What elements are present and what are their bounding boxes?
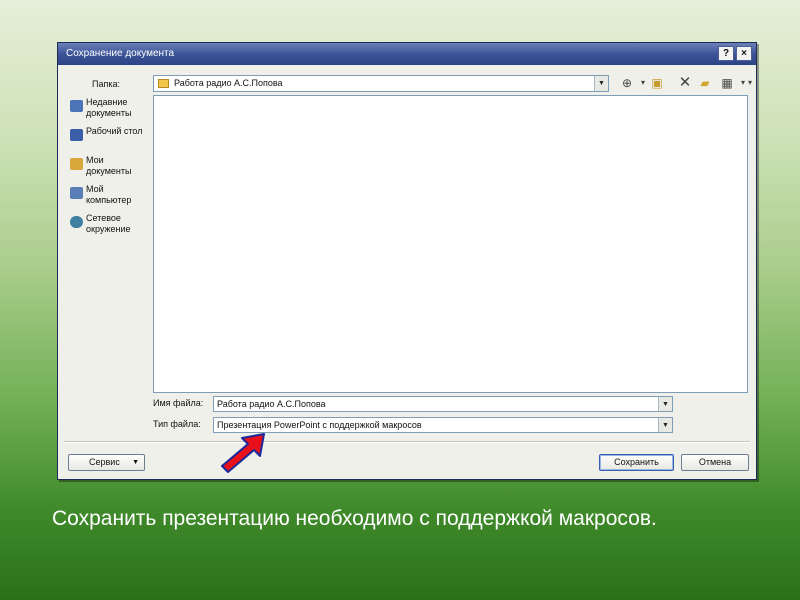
new-folder-icon[interactable]: ▰ — [696, 74, 714, 92]
place-my-computer[interactable]: Мой компьютер — [67, 184, 146, 212]
file-list[interactable] — [153, 95, 748, 393]
filename-input[interactable]: Работа радио А.С.Попова ▼ — [213, 396, 673, 412]
red-arrow-pointer-icon — [221, 433, 265, 473]
chevron-down-icon[interactable]: ▼ — [594, 76, 608, 91]
network-icon — [70, 216, 83, 228]
service-button[interactable]: Сервис ▼ — [68, 454, 145, 471]
place-label: Сетевое окружение — [86, 213, 131, 234]
save-dialog: Сохранение документа ? × Папка: Работа р… — [57, 42, 757, 480]
folder-icon — [158, 79, 169, 88]
place-my-documents[interactable]: Мои документы — [67, 155, 146, 183]
filename-value: Работа радио А.С.Попова — [217, 399, 326, 409]
folder-combo[interactable]: Работа радио А.С.Попова ▼ — [153, 75, 609, 92]
service-button-label: Сервис — [89, 457, 120, 467]
place-network[interactable]: Сетевое окружение — [67, 213, 146, 241]
cancel-button[interactable]: Отмена — [681, 454, 749, 471]
slide-caption: Сохранить презентацию необходимо с подде… — [38, 505, 778, 532]
place-recent-documents[interactable]: Недавние документы — [67, 97, 146, 125]
filetype-select[interactable]: Презентация PowerPoint с поддержкой макр… — [213, 417, 673, 433]
close-button[interactable]: × — [736, 46, 752, 61]
place-label: Мой компьютер — [86, 184, 132, 205]
folder-label: Папка: — [92, 79, 120, 89]
places-bar: Недавние документы Рабочий стол Мои доку… — [67, 95, 146, 435]
place-label: Мои документы — [86, 155, 132, 176]
recent-documents-icon — [70, 100, 83, 112]
place-desktop[interactable]: Рабочий стол — [67, 126, 146, 154]
up-folder-icon[interactable]: ▣ — [648, 74, 666, 92]
filename-label: Имя файла: — [153, 398, 204, 408]
folder-value: Работа радио А.С.Попова — [174, 78, 283, 88]
divider — [64, 441, 750, 443]
place-label: Недавние документы — [86, 97, 132, 118]
delete-icon[interactable]: ✕ — [676, 74, 694, 92]
filetype-label: Тип файла: — [153, 419, 201, 429]
desktop-icon — [70, 129, 83, 141]
chevron-down-icon: ▼ — [132, 459, 139, 466]
save-button[interactable]: Сохранить — [599, 454, 674, 471]
my-computer-icon — [70, 187, 83, 199]
place-label: Рабочий стол — [86, 126, 143, 136]
chevron-down-icon[interactable]: ▼ — [658, 397, 672, 411]
tools-dropdown-icon[interactable]: ▾ — [741, 74, 759, 92]
help-button[interactable]: ? — [718, 46, 734, 61]
my-documents-icon — [70, 158, 83, 170]
dialog-title: Сохранение документа — [66, 48, 175, 59]
chevron-down-icon[interactable]: ▼ — [658, 418, 672, 432]
caption-text: Сохранить презентацию необходимо с подде… — [52, 507, 657, 530]
dialog-titlebar: Сохранение документа ? × — [58, 43, 756, 65]
